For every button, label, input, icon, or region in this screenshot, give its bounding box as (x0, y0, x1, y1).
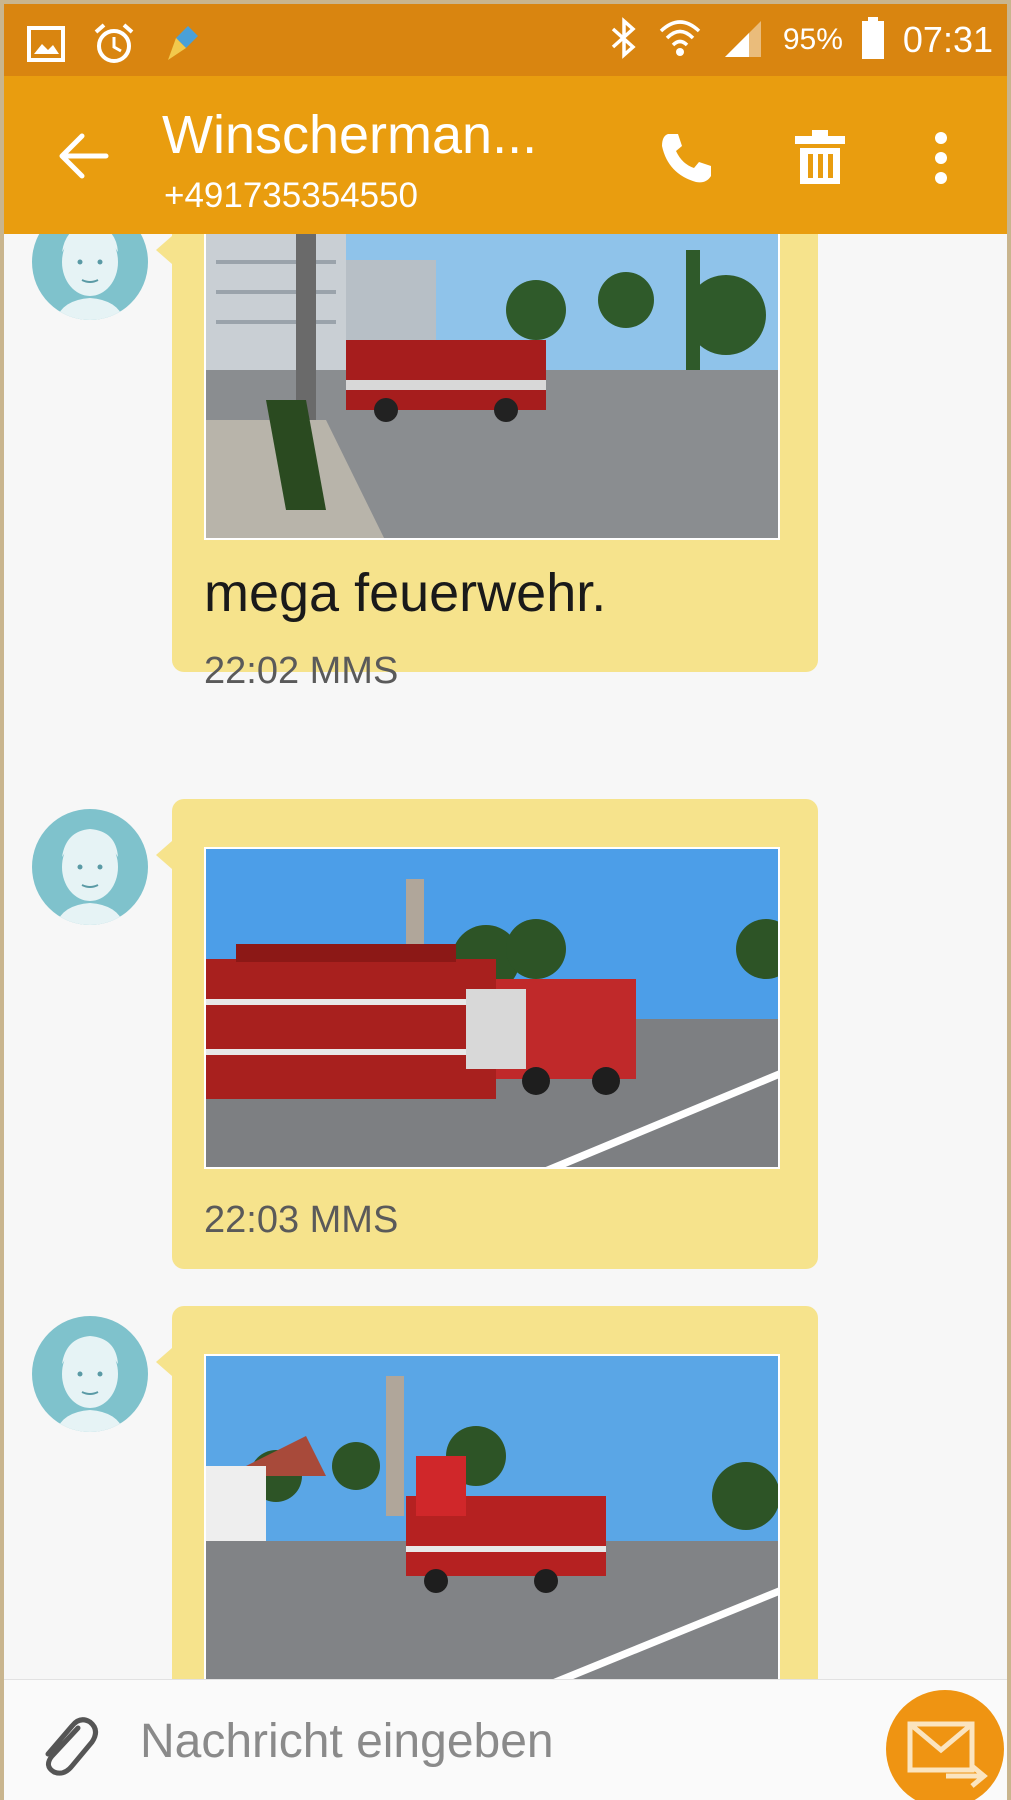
message-bubble[interactable]: mega feuerwehr. 22:02 MMS (156, 234, 818, 692)
contact-avatar[interactable] (32, 234, 148, 320)
message-list[interactable]: mega feuerwehr. 22:02 MMS 22:03 MMS (4, 234, 1007, 1679)
mms-photo[interactable] (204, 1354, 780, 1679)
phone-icon[interactable] (656, 128, 716, 188)
message-meta: 22:03 MMS (204, 1199, 399, 1241)
phone-screen: 95% 07:31 Winscherman... +491735354550 m… (4, 4, 1007, 1800)
status-bar: 95% 07:31 (4, 4, 1007, 76)
wifi-icon (657, 15, 703, 66)
conversation-toolbar: Winscherman... +491735354550 (4, 76, 1007, 234)
contact-name: Winscherman... (162, 105, 538, 165)
battery-icon (861, 16, 885, 64)
send-mail-icon (907, 1721, 988, 1788)
contact-avatar[interactable] (32, 1316, 148, 1432)
signal-icon (721, 17, 765, 64)
alarm-icon (92, 22, 136, 71)
attachment-icon[interactable] (34, 1712, 100, 1782)
trash-icon[interactable] (790, 128, 850, 188)
battery-percent: 95% (782, 23, 843, 56)
contact-avatar[interactable] (32, 809, 148, 925)
message-bubble[interactable] (156, 1306, 818, 1679)
message-input[interactable] (140, 1708, 840, 1774)
mms-photo[interactable] (204, 847, 780, 1169)
message-text: mega feuerwehr. (204, 563, 607, 623)
back-arrow-icon[interactable] (54, 126, 114, 186)
message-bubble[interactable]: 22:03 MMS (156, 799, 818, 1269)
more-vert-icon[interactable] (926, 128, 956, 188)
composer-bar (4, 1679, 1007, 1800)
gallery-icon (26, 24, 66, 69)
clock: 07:31 (902, 19, 993, 60)
mms-photo[interactable] (204, 234, 780, 540)
cleaner-icon (162, 22, 206, 71)
bluetooth-icon (609, 16, 639, 64)
send-button[interactable] (886, 1690, 1004, 1800)
contact-number: +491735354550 (164, 176, 419, 215)
message-meta: 22:02 MMS (204, 650, 399, 692)
